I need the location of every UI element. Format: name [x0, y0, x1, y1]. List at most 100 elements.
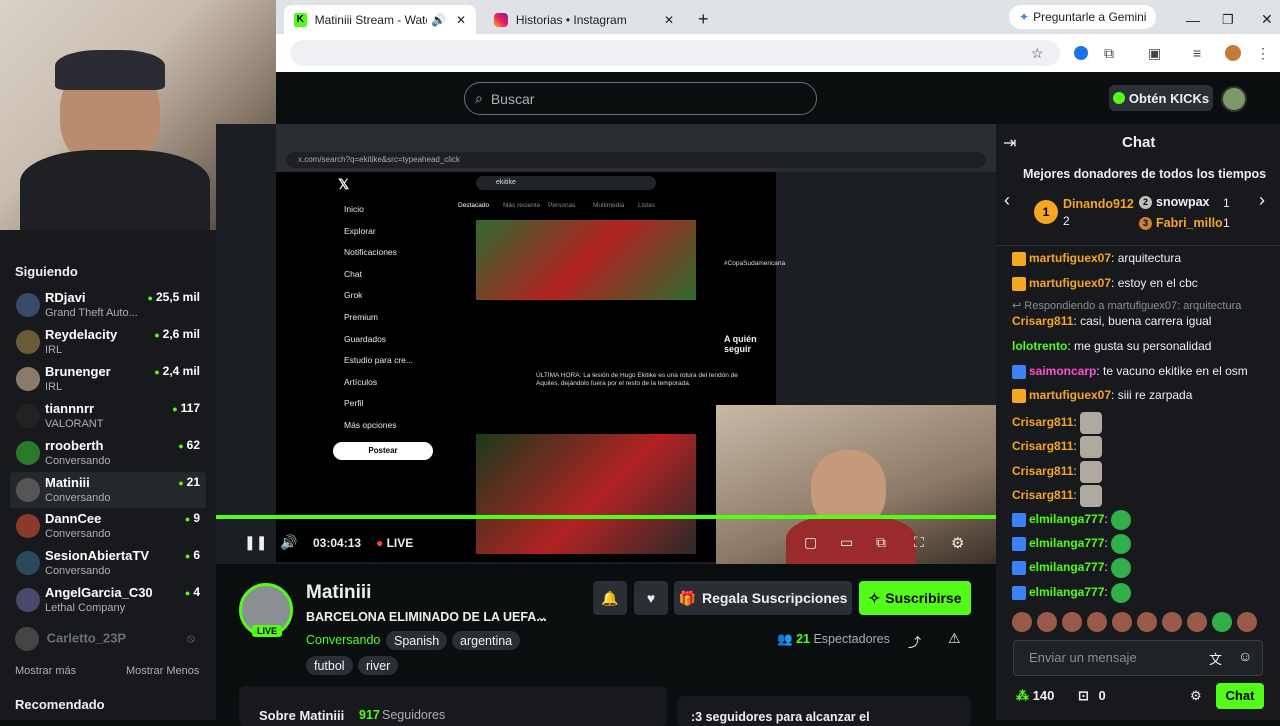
chat-username[interactable]: Crisarg811 [1012, 314, 1073, 328]
emote-picker-icon[interactable] [1237, 612, 1257, 632]
emote-picker-icon[interactable] [1037, 612, 1057, 632]
sidebar-channel-category: IRL [45, 380, 63, 393]
chat-username[interactable]: martufiguex07 [1029, 276, 1111, 290]
subscribe-button[interactable]: ✧ Suscribirse [859, 581, 971, 615]
gift-count-display[interactable]: ⊡ 0 [1078, 688, 1106, 704]
chat-username[interactable]: Crisarg811 [1012, 415, 1073, 429]
rank-3-badge: 3 [1139, 217, 1152, 230]
volume-icon[interactable]: 🔊 [280, 534, 297, 551]
instagram-favicon-icon [494, 12, 508, 27]
chevron-down-icon[interactable]: ⌄ [536, 608, 548, 625]
sidebar-channel-category: Conversando [45, 565, 111, 578]
media-icon[interactable]: ≡ [1193, 45, 1201, 61]
emote-picker-icon[interactable] [1137, 612, 1157, 632]
chat-username[interactable]: elmilanga777 [1029, 536, 1104, 550]
pause-icon[interactable]: ❚❚ [244, 534, 267, 551]
speaker-icon[interactable]: 🔊 [431, 13, 446, 27]
search-input[interactable]: ⌕ Buscar [464, 82, 817, 115]
chat-username[interactable]: Crisarg811 [1012, 439, 1073, 453]
tab-search-icon[interactable]: ▣ [1148, 45, 1161, 62]
chevron-left-icon[interactable]: ‹ [1004, 190, 1010, 211]
tag-argentina[interactable]: argentina [452, 631, 521, 650]
emote-picker-icon[interactable] [1162, 612, 1182, 632]
emote-picker-icon[interactable] [1087, 612, 1107, 632]
settings-icon[interactable]: ⚙ [951, 534, 964, 552]
gemini-button[interactable]: ✦ Preguntarle a Gemini [1009, 5, 1157, 29]
chat-username[interactable]: saimoncarp [1029, 364, 1096, 378]
avatar [16, 440, 40, 465]
translate-icon[interactable]: 文 [1209, 649, 1222, 668]
emoji-icon[interactable]: ☺ [1238, 648, 1252, 664]
chat-username[interactable]: martufiguex07 [1029, 251, 1111, 265]
fullscreen-icon[interactable]: ⛶ [914, 534, 924, 551]
sparkle-icon: ✧ [868, 589, 881, 606]
close-window-button[interactable]: ✕ [1251, 5, 1280, 34]
chat-username[interactable]: Crisarg811 [1012, 464, 1073, 478]
viewers-label: Espectadores [813, 632, 890, 646]
chat-settings-icon[interactable]: ⚙ [1190, 688, 1202, 704]
pip-icon[interactable]: ⧉ [876, 534, 886, 551]
video-player[interactable]: x.com/search?q=ekitike&src=typeahead_cli… [216, 124, 996, 564]
sidebar-channel-item[interactable]: Reydelacity IRL 2,6 mil [10, 324, 206, 360]
minimize-button[interactable]: — [1176, 5, 1210, 34]
emote-picker-icon[interactable] [1012, 612, 1032, 632]
get-kicks-button[interactable]: Obtén KICKs [1109, 85, 1213, 111]
show-less-link[interactable]: Mostrar Menos [126, 665, 199, 677]
emote-picker-icon[interactable] [1112, 612, 1132, 632]
maximize-button[interactable]: ❐ [1212, 5, 1244, 34]
show-more-link[interactable]: Mostrar más [15, 665, 76, 677]
chat-username[interactable]: Crisarg811 [1012, 488, 1073, 502]
emote-picker-icon[interactable] [1212, 612, 1232, 632]
chat-username[interactable]: elmilanga777 [1029, 585, 1104, 599]
donor-2-count: 1 [1223, 196, 1230, 210]
chat-username[interactable]: martufiguex07 [1029, 388, 1111, 402]
stream-category[interactable]: Conversando [306, 633, 380, 647]
close-tab-icon[interactable]: ✕ [664, 13, 674, 27]
gift-subs-button[interactable]: 🎁 Regala Suscripciones [674, 581, 852, 615]
channel-name[interactable]: Matiniii [306, 582, 371, 604]
send-chat-button[interactable]: Chat [1216, 683, 1264, 709]
menu-icon[interactable]: ⋮ [1256, 45, 1270, 62]
tag-spanish[interactable]: Spanish [386, 631, 448, 650]
donor-2-name: snowpax [1156, 195, 1210, 209]
x-nav-item: Explorar [344, 225, 376, 236]
tag-river[interactable]: river [358, 656, 399, 675]
subscribe-label: Suscribirse [885, 590, 962, 606]
tab-instagram[interactable]: Historias • Instagram ✕ [484, 5, 684, 34]
theater-icon[interactable]: ▭ [840, 534, 853, 551]
collapse-chat-icon[interactable]: ⇥ [1003, 133, 1016, 153]
extension-icon[interactable] [1074, 46, 1088, 60]
sidebar-channel-item[interactable]: Brunenger IRL 2,4 mil [10, 361, 206, 397]
emote-picker-icon[interactable] [1187, 612, 1207, 632]
clip-icon[interactable]: ▢ [804, 534, 817, 551]
share-icon[interactable]: ⤴ [908, 632, 921, 651]
close-tab-icon[interactable]: ✕ [456, 13, 466, 27]
chat-username[interactable]: elmilanga777 [1029, 560, 1104, 574]
tab-matiniii[interactable]: K Matiniii Stream - Watch Liv 🔊 ✕ [284, 5, 476, 34]
user-avatar[interactable] [1221, 86, 1247, 112]
follow-heart-button[interactable]: ♥ [634, 581, 668, 615]
sidebar-channel-item[interactable]: RDjavi Grand Theft Auto... 25,5 mil [10, 287, 206, 323]
sidebar-channel-item[interactable]: Matiniii Conversando 21 [10, 471, 206, 508]
sidebar-channel-item[interactable]: DannCee Conversando 9 [10, 508, 206, 544]
chat-username[interactable]: elmilanga777 [1029, 512, 1104, 526]
report-icon[interactable]: ⚠ [948, 630, 961, 647]
chat-username[interactable]: lolotrento [1012, 339, 1067, 353]
chat-input[interactable]: Enviar un mensaje 文 ☺ [1013, 640, 1263, 676]
tag-futbol[interactable]: futbol [306, 656, 353, 675]
offline-channel[interactable]: Carletto_23P [15, 627, 126, 651]
emote-picker-icon[interactable] [1062, 612, 1082, 632]
notification-bell-button[interactable]: 🔔 [593, 581, 627, 615]
new-tab-button[interactable]: + [688, 5, 719, 34]
sidebar-channel-item[interactable]: rrooberth Conversando 62 [10, 435, 206, 471]
star-icon[interactable]: ☆ [1031, 45, 1044, 62]
puzzle-icon[interactable]: ⧉ [1104, 45, 1114, 62]
sidebar-channel-item[interactable]: SesionAbiertaTV Conversando 6 [10, 545, 206, 581]
url-field[interactable] [290, 40, 1060, 66]
sidebar-channel-item[interactable]: tiannnrr VALORANT 117 [10, 398, 206, 434]
chevron-right-icon[interactable]: › [1259, 190, 1265, 211]
profile-avatar[interactable] [1225, 45, 1241, 61]
points-display[interactable]: ⁂ 140 [1016, 688, 1054, 704]
sidebar-channel-item[interactable]: AngelGarcia_C30 Lethal Company 4 [10, 582, 206, 618]
progress-bar[interactable] [216, 515, 996, 519]
